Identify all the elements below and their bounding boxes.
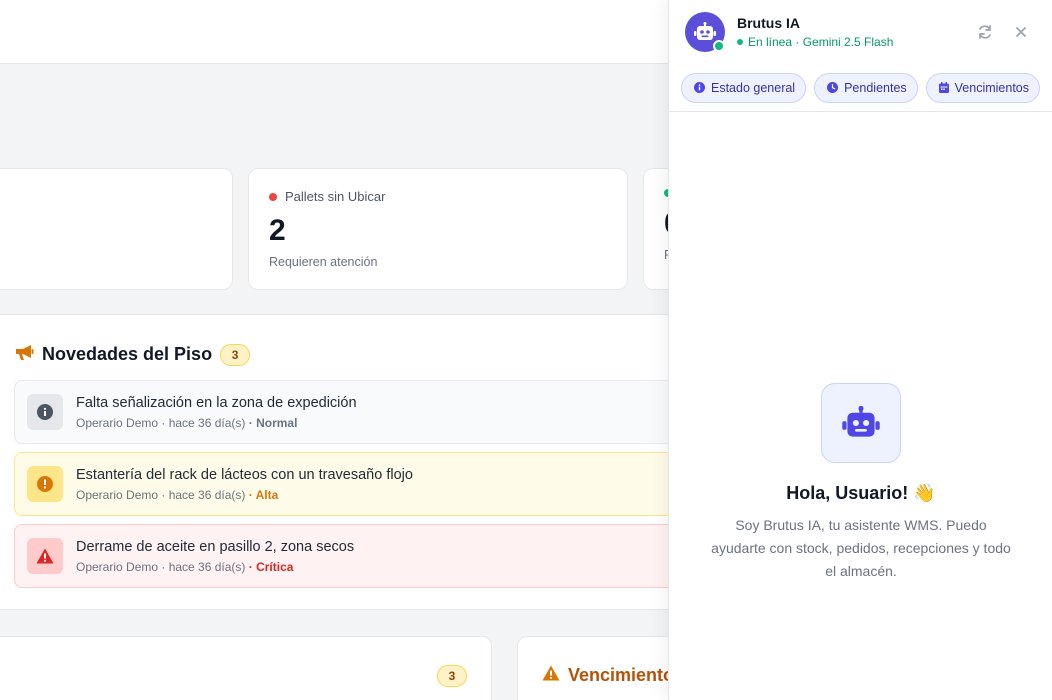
quick-action-vencimientos[interactable]: Vencimientos — [925, 72, 1041, 103]
novedades-header: Novedades del Piso 3 — [14, 343, 251, 366]
refresh-icon — [979, 25, 991, 39]
news-item-author-time: Operario Demo · hace 36 día(s) — [76, 559, 246, 574]
exclamation-icon — [27, 466, 63, 502]
vencimientos-title: Vencimientos — [568, 665, 685, 685]
megaphone-icon — [14, 343, 34, 366]
clock-icon — [827, 82, 839, 93]
dashboard-page: Pallets sin Ubicar 2 Requieren atención … — [0, 0, 1052, 700]
warning-icon — [542, 665, 560, 686]
bottom-card-left: 3 — [0, 636, 492, 700]
bot-status: En línea · Gemini 2.5 Flash — [737, 35, 893, 49]
welcome-title: Hola, Usuario! 👋 — [786, 483, 936, 503]
chat-header: Brutus IA En línea · Gemini 2.5 Flash — [669, 0, 1052, 64]
assistant-chat-panel: Brutus IA En línea · Gemini 2.5 Flash Es… — [668, 0, 1052, 700]
chip-label: Vencimientos — [954, 80, 1030, 95]
status-dot — [737, 39, 743, 45]
stat-card-pallets-sin-ubicar[interactable]: Pallets sin Ubicar 2 Requieren atención — [248, 168, 628, 290]
stat-value: 2 — [269, 214, 286, 247]
news-item[interactable]: Falta señalización en la zona de expedic… — [14, 380, 714, 444]
bot-status-text: En línea · Gemini 2.5 Flash — [748, 35, 894, 49]
close-icon — [1016, 27, 1026, 37]
news-item-meta: Operario Demo · hace 36 día(s) · Crítica — [76, 560, 354, 574]
calendar-icon — [938, 82, 949, 93]
count-badge: 3 — [437, 665, 467, 687]
warning-icon — [27, 538, 63, 574]
stat-label-text: Pallets sin Ubicar — [285, 189, 386, 204]
news-item-title: Falta señalización en la zona de expedic… — [76, 394, 357, 411]
quick-actions-bar: Estado general Pendientes Vencimientos — [669, 64, 1052, 112]
novedades-title: Novedades del Piso — [42, 344, 213, 364]
robot-icon — [694, 22, 716, 40]
news-item-meta: Operario Demo · hace 36 día(s) · Normal — [76, 416, 357, 430]
news-item[interactable]: Estantería del rack de lácteos con un tr… — [14, 452, 714, 516]
news-item-title: Estantería del rack de lácteos con un tr… — [76, 466, 413, 483]
robot-icon — [821, 383, 901, 463]
news-item-author-time: Operario Demo · hace 36 día(s) — [76, 415, 246, 430]
bot-name: Brutus IA — [737, 15, 800, 31]
stat-subtitle: Requieren atención — [269, 255, 378, 269]
info-icon — [27, 394, 63, 430]
stat-label: Pallets sin Ubicar — [269, 189, 607, 204]
news-item[interactable]: Derrame de aceite en pasillo 2, zona sec… — [14, 524, 714, 588]
welcome-message: Hola, Usuario! 👋 Soy Brutus IA, tu asist… — [669, 383, 1052, 583]
online-indicator — [713, 40, 725, 52]
status-dot — [269, 192, 277, 201]
close-button[interactable] — [1009, 20, 1033, 44]
news-item-meta: Operario Demo · hace 36 día(s) · Alta — [76, 488, 413, 502]
chip-label: Pendientes — [844, 80, 907, 95]
info-icon — [694, 82, 705, 93]
welcome-text: Soy Brutus IA, tu asistente WMS. Puedo a… — [711, 517, 1011, 579]
vencimientos-header: Vencimientos — [542, 665, 684, 686]
chip-label: Estado general — [711, 80, 796, 95]
priority-label: · Alta — [248, 487, 279, 502]
refresh-button[interactable] — [973, 20, 997, 44]
quick-action-estado-general[interactable]: Estado general — [681, 72, 807, 103]
news-item-author-time: Operario Demo · hace 36 día(s) — [76, 487, 246, 502]
novedades-panel: Novedades del Piso 3 Falta señalización … — [0, 314, 714, 610]
priority-label: · Normal — [248, 415, 298, 430]
quick-action-pendientes[interactable]: Pendientes — [814, 72, 918, 103]
priority-label: · Crítica — [248, 559, 294, 574]
news-item-title: Derrame de aceite en pasillo 2, zona sec… — [76, 538, 355, 555]
stat-card-hidden — [0, 168, 233, 290]
novedades-count-badge: 3 — [220, 343, 251, 366]
